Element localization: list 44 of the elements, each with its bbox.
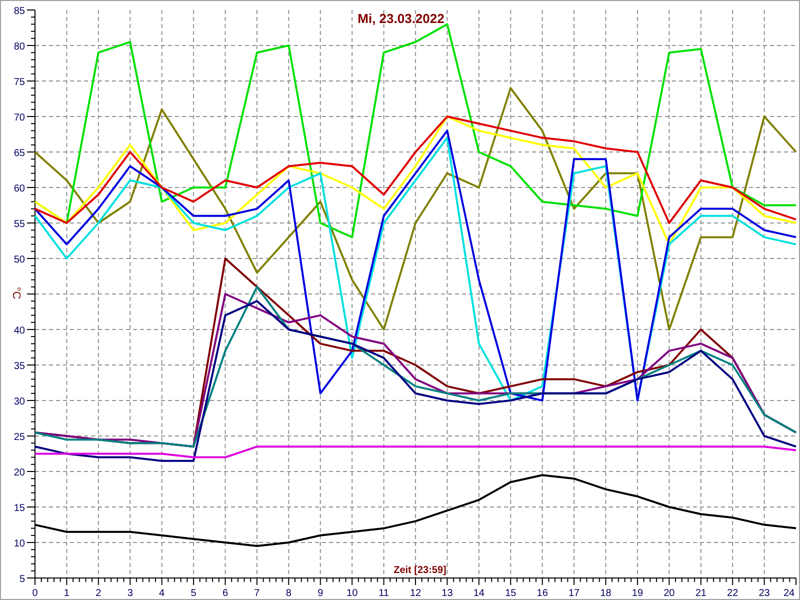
x-tick-label: 11 [378,588,389,599]
x-tick-label: 10 [346,588,358,599]
x-tick-label: 13 [442,588,453,599]
y-tick-label: 75 [14,77,25,88]
y-tick-label: 50 [14,254,25,266]
x-tick-label: 18 [600,588,612,599]
x-tick-label: 23 [758,588,770,599]
x-tick-label: 12 [410,588,422,599]
y-tick-label: 30 [14,396,25,408]
x-tick-label: 20 [664,588,675,599]
x-tick-label: 9 [318,588,324,599]
x-tick-label: 4 [159,588,165,599]
x-tick-label: 1 [64,588,70,599]
x-tick-label: 0 [32,588,38,599]
y-tick-label: 10 [14,538,25,550]
y-tick-label: 15 [14,503,25,514]
x-tick-label: 21 [695,588,706,599]
x-axis-label: Zeit [23:59] [394,565,446,576]
x-tick-label: 2 [96,588,102,599]
x-tick-label: 15 [505,588,516,599]
y-axis-label: °C [10,286,22,300]
x-tick-label: 24 [783,588,795,599]
y-tick-label: 65 [14,148,25,159]
y-tick-label: 25 [14,432,25,443]
y-tick-label: 40 [14,326,25,336]
y-tick-label: 70 [14,112,25,124]
y-tick-label: 85 [14,6,25,17]
x-tick-label: 22 [727,588,738,599]
x-tick-label: 14 [473,588,484,599]
y-tick-label: 55 [14,219,25,230]
x-tick-label: 5 [190,588,196,599]
x-tick-label: 16 [536,588,548,599]
chart-title: Mi, 23.03.2022 [358,11,444,26]
y-tick-label: 60 [14,184,25,194]
x-tick-label: 19 [632,588,644,599]
x-tick-label: 6 [222,588,228,599]
y-tick-label: 35 [14,361,25,372]
x-tick-label: 7 [254,588,260,599]
x-tick-label: 3 [127,588,133,599]
x-tick-label: 8 [286,588,292,599]
y-tick-label: 20 [14,468,25,478]
y-tick-label: 5 [19,574,25,585]
y-tick-label: 80 [14,42,25,52]
x-tick-label: 17 [568,588,580,599]
